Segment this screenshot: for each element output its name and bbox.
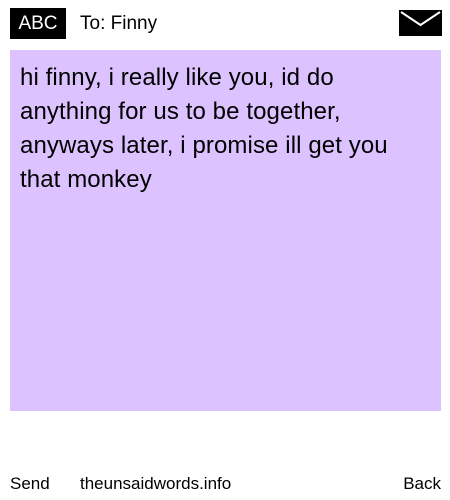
recipient-field[interactable]: To: Finny [80,8,157,39]
envelope-icon [399,10,442,36]
message-body-field[interactable]: hi finny, i really like you, id do anyth… [10,50,441,411]
message-header: ABC To: Finny [0,0,450,48]
input-mode-badge[interactable]: ABC [10,8,66,39]
back-button[interactable]: Back [403,470,441,498]
send-button[interactable]: Send [10,470,50,498]
message-text: hi finny, i really like you, id do anyth… [20,64,388,193]
softkey-bar: Send theunsaidwords.info Back [0,470,450,498]
site-link[interactable]: theunsaidwords.info [80,470,231,498]
